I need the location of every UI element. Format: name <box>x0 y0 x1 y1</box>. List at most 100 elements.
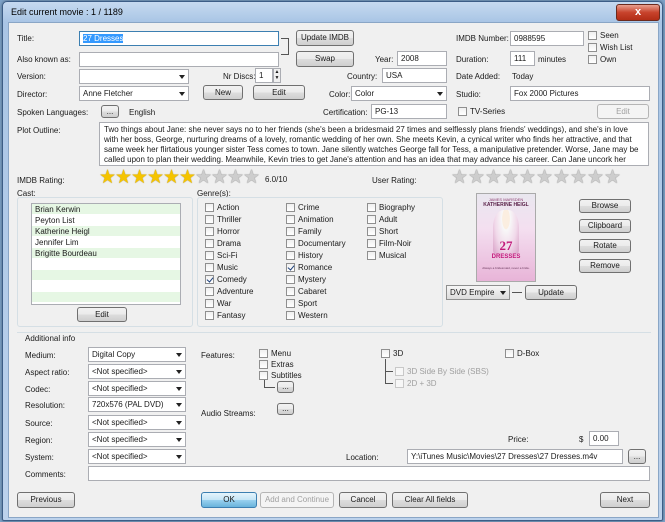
system-select[interactable]: <Not specified> <box>88 449 186 464</box>
star-filled-icon[interactable]: ★ <box>147 168 164 187</box>
star-empty-icon[interactable]: ★ <box>195 168 212 187</box>
update-imdb-button[interactable]: Update IMDB <box>296 30 354 46</box>
cast-list-item[interactable] <box>32 292 180 303</box>
genre-checkbox[interactable] <box>367 227 376 236</box>
genre-checkbox[interactable] <box>286 227 295 236</box>
clear-all-fields-button[interactable]: Clear All fields <box>392 492 468 508</box>
star-filled-icon[interactable]: ★ <box>115 168 132 187</box>
previous-button[interactable]: Previous <box>17 492 75 508</box>
user-rating-stars[interactable]: ★ ★ ★ ★ ★ ★ ★ ★ ★ ★ <box>451 168 621 188</box>
genre-checkbox[interactable] <box>286 251 295 260</box>
star-filled-icon[interactable]: ★ <box>131 168 148 187</box>
star-empty-icon[interactable]: ★ <box>587 168 604 187</box>
location-browse-button[interactable]: ... <box>628 449 646 464</box>
rotate-button[interactable]: Rotate <box>579 239 631 253</box>
aspect-ratio-select[interactable]: <Not specified> <box>88 364 186 379</box>
genre-checkbox[interactable] <box>286 203 295 212</box>
cast-list-item[interactable]: Brigitte Bourdeau <box>32 248 180 259</box>
cast-list-item[interactable]: Peyton List <box>32 215 180 226</box>
clipboard-button[interactable]: Clipboard <box>579 219 631 233</box>
genre-checkbox[interactable] <box>286 299 295 308</box>
genre-checkbox[interactable] <box>286 263 295 272</box>
close-button[interactable]: x <box>616 4 660 21</box>
genre-checkbox[interactable] <box>205 275 214 284</box>
edit-director-button[interactable]: Edit <box>253 85 305 100</box>
audio-streams-more-button[interactable]: ... <box>277 403 294 415</box>
cast-list[interactable]: Brian Kerwin Peyton List Katherine Heigl Je… <box>31 203 181 305</box>
add-and-continue-button[interactable]: Add and Continue <box>260 492 334 508</box>
genre-checkbox[interactable] <box>367 251 376 260</box>
browse-button[interactable]: Browse <box>579 199 631 213</box>
star-filled-icon[interactable]: ★ <box>99 168 116 187</box>
studio-input[interactable]: Fox 2000 Pictures <box>510 86 650 101</box>
ok-button[interactable]: OK <box>201 492 257 508</box>
genre-checkbox[interactable] <box>286 287 295 296</box>
genre-checkbox[interactable] <box>205 251 214 260</box>
duration-input[interactable]: 111 <box>510 51 535 66</box>
seen-checkbox[interactable] <box>588 31 597 40</box>
genre-checkbox[interactable] <box>367 239 376 248</box>
genre-checkbox[interactable] <box>367 215 376 224</box>
star-empty-icon[interactable]: ★ <box>570 168 587 187</box>
remove-button[interactable]: Remove <box>579 259 631 273</box>
also-known-as-input[interactable] <box>79 52 279 67</box>
genre-checkbox[interactable] <box>205 287 214 296</box>
genre-checkbox[interactable] <box>205 215 214 224</box>
star-empty-icon[interactable]: ★ <box>227 168 244 187</box>
own-checkbox[interactable] <box>588 55 597 64</box>
genre-checkbox[interactable] <box>367 203 376 212</box>
next-button[interactable]: Next <box>600 492 650 508</box>
menu-checkbox[interactable] <box>259 349 268 358</box>
cast-list-item[interactable]: Katherine Heigl <box>32 226 180 237</box>
star-empty-icon[interactable]: ★ <box>468 168 485 187</box>
genre-checkbox[interactable] <box>286 311 295 320</box>
cast-list-item[interactable] <box>32 281 180 292</box>
edit-cast-button[interactable]: Edit <box>77 307 127 322</box>
star-empty-icon[interactable]: ★ <box>536 168 553 187</box>
year-input[interactable]: 2008 <box>397 51 447 66</box>
resolution-select[interactable]: 720x576 (PAL DVD) <box>88 397 186 412</box>
genre-checkbox[interactable] <box>205 203 214 212</box>
codec-select[interactable]: <Not specified> <box>88 381 186 396</box>
subtitles-checkbox[interactable] <box>259 371 268 380</box>
star-filled-icon[interactable]: ★ <box>179 168 196 187</box>
comments-input[interactable] <box>88 466 650 481</box>
genre-checkbox[interactable] <box>205 263 214 272</box>
region-select[interactable]: <Not specified> <box>88 432 186 447</box>
plot-outline-textarea[interactable]: Two things about Jane: she never says no… <box>99 122 649 166</box>
nr-discs-input[interactable]: 1 <box>255 68 273 83</box>
cast-list-item[interactable]: Brian Kerwin <box>32 204 180 215</box>
star-filled-icon[interactable]: ★ <box>163 168 180 187</box>
title-input[interactable]: 27 Dresses <box>79 31 279 46</box>
genre-checkbox[interactable] <box>205 239 214 248</box>
star-empty-icon[interactable]: ★ <box>243 168 260 187</box>
extras-checkbox[interactable] <box>259 360 268 369</box>
wish-list-checkbox[interactable] <box>588 43 597 52</box>
3d-sbs-checkbox[interactable] <box>395 367 404 376</box>
imdb-rating-stars[interactable]: ★ ★ ★ ★ ★ ★ ★ ★ ★ ★ <box>99 168 260 188</box>
color-select[interactable]: Color <box>351 86 447 101</box>
genre-checkbox[interactable] <box>286 239 295 248</box>
location-input[interactable]: Y:\iTunes Music\Movies\27 Dresses\27 Dre… <box>407 449 623 464</box>
cast-list-item[interactable] <box>32 270 180 281</box>
subtitles-more-button[interactable]: ... <box>277 381 294 393</box>
edit-studio-button[interactable]: Edit <box>597 104 649 119</box>
spin-down-icon[interactable]: ▼ <box>274 75 280 81</box>
languages-more-button[interactable]: ... <box>101 105 119 118</box>
star-empty-icon[interactable]: ★ <box>451 168 468 187</box>
genre-checkbox[interactable] <box>205 311 214 320</box>
cast-list-item[interactable]: Jennifer Lim <box>32 237 180 248</box>
imdb-number-input[interactable]: 0988595 <box>510 31 584 46</box>
cancel-button[interactable]: Cancel <box>339 492 387 508</box>
poster-source-select[interactable]: DVD Empire <box>446 285 510 300</box>
genre-checkbox[interactable] <box>286 275 295 284</box>
genre-checkbox[interactable] <box>205 299 214 308</box>
star-empty-icon[interactable]: ★ <box>211 168 228 187</box>
medium-select[interactable]: Digital Copy <box>88 347 186 362</box>
star-empty-icon[interactable]: ★ <box>553 168 570 187</box>
cast-list-item[interactable] <box>32 259 180 270</box>
genre-checkbox[interactable] <box>286 215 295 224</box>
star-empty-icon[interactable]: ★ <box>604 168 621 187</box>
star-empty-icon[interactable]: ★ <box>485 168 502 187</box>
3d-checkbox[interactable] <box>381 349 390 358</box>
